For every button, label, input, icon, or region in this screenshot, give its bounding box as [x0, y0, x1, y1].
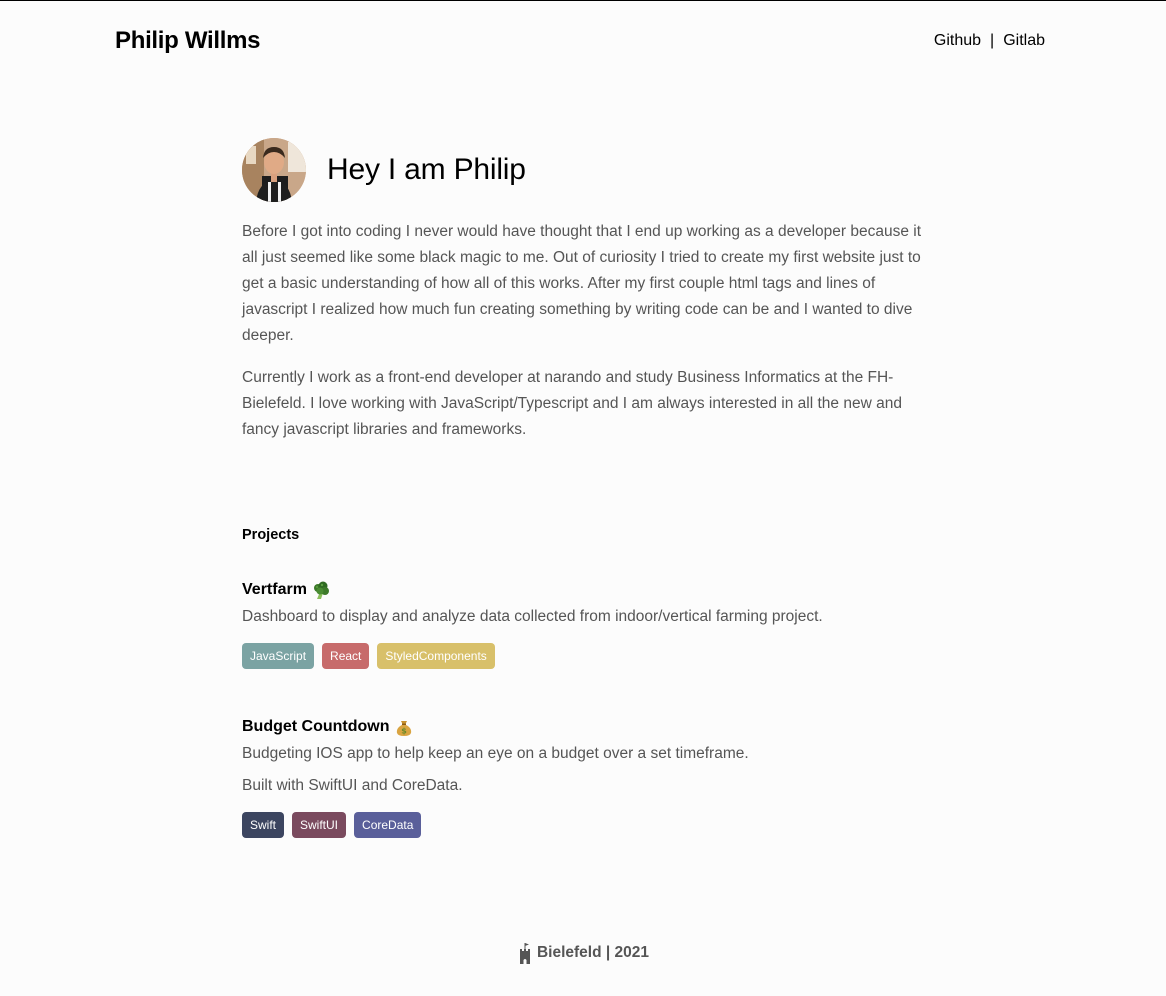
projects-heading: Projects — [242, 527, 300, 543]
intro-paragraph: Before I got into coding I never would h… — [242, 223, 922, 344]
broccoli-icon — [311, 580, 331, 600]
nav-link-github[interactable]: Github — [934, 32, 981, 50]
tag-list: Swift SwiftUI CoreData — [242, 812, 932, 838]
project-description: Budgeting IOS app to help keep an eye on… — [242, 745, 749, 762]
main-content: Hey I am Philip Before I got into coding… — [242, 137, 932, 838]
project-description: Dashboard to display and analyze data co… — [242, 608, 823, 625]
project-name: Budget Countdown — [242, 718, 390, 735]
nav-link-gitlab[interactable]: Gitlab — [1003, 32, 1045, 50]
svg-text:$: $ — [401, 727, 407, 736]
project-card-budget-countdown: Budget Countdown $ Budgeting IOS app to … — [242, 715, 932, 838]
project-card-vertfarm: Vertfarm Dashboard to display and analyz… — [242, 578, 932, 669]
tag-badge[interactable]: CoreData — [354, 812, 422, 838]
money-bag-icon: $ — [394, 717, 414, 737]
project-title[interactable]: Budget Countdown $ — [242, 715, 932, 739]
top-nav: Github | Gitlab — [934, 32, 1045, 50]
castle-icon — [517, 941, 533, 965]
project-description: Built with SwiftUI and CoreData. — [242, 777, 463, 794]
site-footer: Bielefeld | 2021 — [0, 941, 1166, 965]
intro-section: Before I got into coding I never would h… — [242, 219, 932, 443]
tag-badge[interactable]: React — [322, 643, 370, 669]
tag-badge[interactable]: Swift — [242, 812, 285, 838]
nav-separator: | — [990, 32, 995, 49]
project-name: Vertfarm — [242, 581, 307, 598]
site-header: Philip Willms Github | Gitlab — [115, 25, 1045, 57]
footer-text: Bielefeld | 2021 — [536, 944, 650, 961]
tag-badge[interactable]: JavaScript — [242, 643, 315, 669]
project-title[interactable]: Vertfarm — [242, 578, 932, 602]
hero-greeting: Hey I am Philip — [327, 153, 526, 186]
intro-paragraph: Currently I work as a front-end develope… — [242, 369, 902, 438]
tag-badge[interactable]: SwiftUI — [292, 812, 347, 838]
tag-list: JavaScript React StyledComponents — [242, 643, 932, 669]
tag-badge[interactable]: StyledComponents — [377, 643, 495, 669]
hero-section: Hey I am Philip — [242, 137, 932, 203]
site-brand[interactable]: Philip Willms — [115, 27, 261, 55]
avatar — [242, 138, 306, 202]
